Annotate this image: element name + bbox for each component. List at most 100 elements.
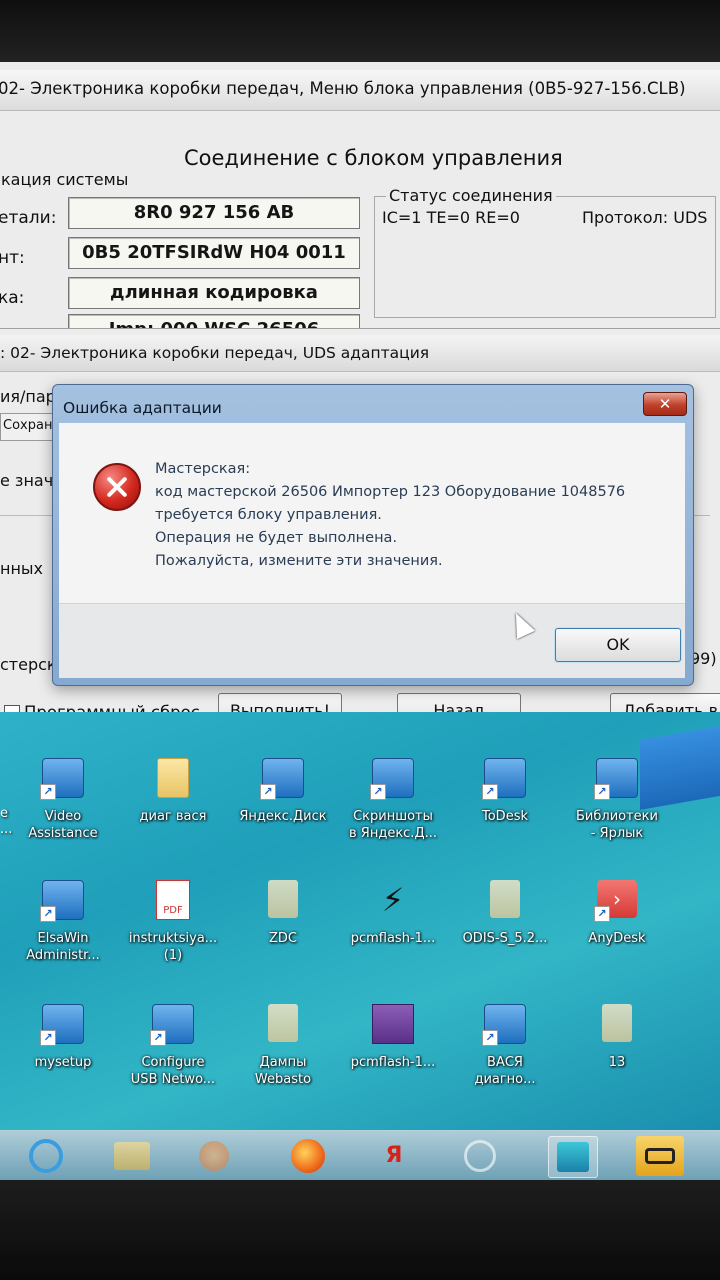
desktop-icon-label-line2: - Ярлык bbox=[590, 826, 644, 841]
desktop-icon-label: Дампы bbox=[259, 1055, 307, 1070]
ghost-icon bbox=[260, 1004, 306, 1046]
desktop-icon-label-line2: Assistance bbox=[28, 826, 98, 841]
desktop-icon[interactable]: диаг вася bbox=[118, 756, 228, 825]
connection-window-titlebar[interactable]: 02- Электроника коробки передач, Меню бл… bbox=[0, 70, 720, 111]
protocol-label: Протокол: UDS bbox=[582, 208, 708, 227]
app-icon: ↗ bbox=[482, 1004, 528, 1046]
dialog-body: Мастерская: код мастерской 26506 Импорте… bbox=[59, 423, 685, 603]
desktop-icon[interactable]: ↗ Video Assistance bbox=[8, 756, 118, 842]
car-diagnostic-icon[interactable] bbox=[636, 1136, 684, 1176]
desktop-icon-label: ToDesk bbox=[482, 809, 528, 824]
connection-heading: Соединение с блоком управления bbox=[184, 146, 563, 170]
pdf-icon: PDF bbox=[150, 880, 196, 922]
desktop-icon-label: mysetup bbox=[34, 1055, 92, 1070]
desktop-icon-label: 13 bbox=[608, 1055, 626, 1070]
app-icon: ↗ bbox=[594, 758, 640, 800]
coding-label: ка: bbox=[0, 288, 25, 308]
desktop-icon[interactable]: ↗ Яндекс.Диск bbox=[228, 756, 338, 825]
message-line-5: Пожалуйста, измените эти значения. bbox=[155, 553, 443, 569]
desktop-icon[interactable]: ↗ Библиотеки - Ярлык bbox=[562, 756, 672, 842]
desktop-icon-label: Яндекс.Диск bbox=[239, 809, 327, 824]
desktop-icon-label-line2: в Яндекс.Д... bbox=[349, 826, 437, 841]
connection-window: 02- Электроника коробки передач, Меню бл… bbox=[0, 62, 720, 340]
desktop-icon[interactable]: ⚡ pcmflash-1... bbox=[338, 878, 448, 947]
active-app-icon[interactable] bbox=[548, 1136, 598, 1178]
desktop-icon-label-line2: USB Netwo... bbox=[130, 1072, 216, 1087]
rar-icon bbox=[370, 1004, 416, 1046]
app-icon: ↗ bbox=[482, 758, 528, 800]
desktop: е ... ↗ Video Assistance диаг вася ↗ Яндекс.Д… bbox=[0, 712, 720, 1130]
ghost-icon bbox=[482, 880, 528, 922]
desktop-icon[interactable]: ↗ ToDesk bbox=[450, 756, 560, 825]
data-label: нных bbox=[0, 559, 44, 578]
ie-icon[interactable] bbox=[22, 1136, 70, 1176]
desktop-icon[interactable]: ZDC bbox=[228, 878, 338, 947]
uds-window-title: : 02- Электроника коробки передач, UDS а… bbox=[0, 344, 430, 362]
desktop-icon[interactable]: ↗ Скриншоты в Яндекс.Д... bbox=[338, 756, 448, 842]
desktop-icon-label: instruktsiya... bbox=[128, 931, 218, 946]
ok-button[interactable]: OK bbox=[555, 628, 681, 662]
save-label: Сохран bbox=[3, 418, 53, 433]
desktop-icon-label: pcmflash-1... bbox=[350, 931, 436, 946]
connection-window-title: 02- Электроника коробки передач, Меню бл… bbox=[0, 79, 686, 98]
desktop-icon-label: pcmflash-1... bbox=[350, 1055, 436, 1070]
ghost-icon bbox=[260, 880, 306, 922]
ghost-icon bbox=[594, 1004, 640, 1046]
desktop-icon[interactable]: pcmflash-1... bbox=[338, 1002, 448, 1071]
app-icon: ↗ bbox=[260, 758, 306, 800]
monitor-bezel-top bbox=[0, 0, 720, 62]
desktop-icon-label: AnyDesk bbox=[588, 931, 646, 946]
desktop-icon-label: Библиотеки bbox=[576, 809, 658, 824]
desktop-icon[interactable]: ↗ Configure USB Netwo... bbox=[118, 1002, 228, 1088]
red-icon: › ↗ bbox=[594, 880, 640, 922]
app-icon: ↗ bbox=[150, 1004, 196, 1046]
component-label: нт: bbox=[0, 248, 25, 268]
desktop-icon[interactable]: › ↗ AnyDesk bbox=[562, 878, 672, 947]
component-field: 0B5 20TFSIRdW H04 0011 bbox=[68, 237, 360, 269]
part-number-field: 8R0 927 156 AB bbox=[68, 197, 360, 229]
dialog-footer: OK bbox=[59, 603, 685, 678]
desktop-icon-label: Configure bbox=[141, 1055, 205, 1070]
desktop-icon-label: ElsaWin bbox=[37, 931, 89, 946]
chrome-icon[interactable] bbox=[456, 1136, 504, 1176]
desktop-icon-label: ODIS-S_5.2... bbox=[462, 931, 548, 946]
desktop-icon[interactable]: PDF instruktsiya... (1) bbox=[118, 878, 228, 964]
desktop-icon[interactable]: ODIS-S_5.2... bbox=[450, 878, 560, 947]
desktop-icon-label: ВАСЯ bbox=[487, 1055, 523, 1070]
desktop-icon[interactable]: ↗ ВАСЯ диагно... bbox=[450, 1002, 560, 1088]
adaptation-error-dialog: Ошибка адаптации ✕ Мастерская: код масте… bbox=[52, 384, 694, 686]
app-icon: ↗ bbox=[40, 758, 86, 800]
uds-window-titlebar[interactable]: : 02- Электроника коробки передач, UDS а… bbox=[0, 335, 720, 372]
taskbar: Я bbox=[0, 1130, 720, 1180]
part-number-label: етали: bbox=[0, 208, 57, 228]
desktop-icon-label: диаг вася bbox=[139, 809, 207, 824]
desktop-icon-label: ZDC bbox=[269, 931, 297, 946]
screen: 02- Электроника коробки передач, Меню бл… bbox=[0, 62, 720, 1180]
message-line-4: Операция не будет выполнена. bbox=[155, 530, 398, 546]
explorer-icon[interactable] bbox=[108, 1136, 156, 1176]
channel-param-label: ия/пар bbox=[0, 387, 56, 406]
app-icon: ↗ bbox=[40, 880, 86, 922]
desktop-icon[interactable]: ↗ ElsaWin Administr... bbox=[8, 878, 118, 964]
app-icon: ↗ bbox=[40, 1004, 86, 1046]
media-icon[interactable] bbox=[190, 1136, 238, 1176]
desktop-icon[interactable]: Дампы Webasto bbox=[228, 1002, 338, 1088]
yandex-icon[interactable]: Я bbox=[370, 1136, 418, 1176]
close-icon: ✕ bbox=[658, 395, 672, 413]
status-group-caption: Статус соединения bbox=[386, 186, 556, 205]
error-icon bbox=[93, 463, 141, 511]
desktop-icon-label: Скриншоты bbox=[353, 809, 433, 824]
desktop-icon[interactable]: 13 bbox=[562, 1002, 672, 1071]
desktop-icon-label-line2: Webasto bbox=[254, 1072, 312, 1087]
dialog-close-button[interactable]: ✕ bbox=[643, 392, 687, 416]
firefox-icon[interactable] bbox=[284, 1136, 332, 1176]
message-line-3: требуется блоку управления. bbox=[155, 507, 382, 523]
message-line-1: Мастерская: bbox=[155, 461, 251, 477]
message-line-2: код мастерской 26506 Импортер 123 Оборуд… bbox=[155, 484, 626, 500]
app-icon: ↗ bbox=[370, 758, 416, 800]
desktop-icon-label-line2: Administr... bbox=[26, 948, 100, 963]
desktop-icon[interactable]: ↗ mysetup bbox=[8, 1002, 118, 1071]
desktop-icon-label-line2: (1) bbox=[163, 948, 183, 963]
monitor-bezel-bottom bbox=[0, 1180, 720, 1280]
status-values: IC=1 TE=0 RE=0 bbox=[382, 208, 520, 227]
